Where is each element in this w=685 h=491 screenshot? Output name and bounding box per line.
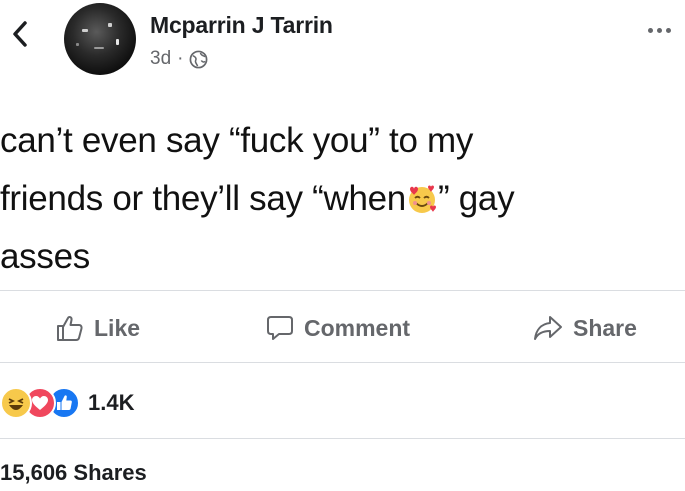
post-text-line: friends or they’ll say “when ” gay — [0, 170, 675, 228]
dot-icon — [647, 27, 653, 33]
post-text-line: can’t even say “fuck you” to my — [0, 121, 474, 160]
comment-bubble-icon — [267, 316, 293, 340]
back-button[interactable] — [6, 18, 34, 50]
share-arrow-icon — [534, 316, 562, 340]
reactions-summary[interactable]: 1.4K — [0, 386, 134, 420]
divider — [0, 290, 685, 291]
haha-reaction-icon — [0, 387, 32, 419]
share-label: Share — [573, 314, 637, 341]
thumbs-up-icon — [57, 315, 83, 341]
shares-count[interactable]: 15,606 Shares — [0, 460, 147, 486]
more-options-button[interactable] — [641, 20, 677, 40]
reaction-count: 1.4K — [88, 390, 135, 415]
post-text: can’t even say “fuck you” to my friends … — [0, 112, 675, 286]
post-time[interactable]: 3d — [150, 48, 171, 70]
avatar[interactable] — [64, 3, 136, 75]
comment-label: Comment — [304, 314, 411, 341]
dot-icon — [665, 27, 671, 33]
dot-icon — [656, 27, 662, 33]
post-text-segment: ” gay — [437, 179, 515, 218]
like-label: Like — [94, 314, 141, 341]
post-text-line: asses — [0, 237, 90, 276]
like-button[interactable]: Like — [56, 310, 140, 346]
post-text-segment: friends or they’ll say “when — [0, 179, 406, 218]
chevron-left-icon — [13, 21, 27, 47]
post-meta: 3d · — [150, 48, 208, 70]
divider — [0, 438, 685, 439]
divider — [0, 362, 685, 363]
meta-separator: · — [177, 48, 184, 69]
author-name[interactable]: Mcparrin J Tarrin — [150, 12, 333, 39]
globe-icon — [190, 50, 208, 68]
smiling-face-with-hearts-icon — [406, 175, 438, 213]
share-button[interactable]: Share — [533, 310, 637, 346]
comment-button[interactable]: Comment — [266, 310, 410, 346]
